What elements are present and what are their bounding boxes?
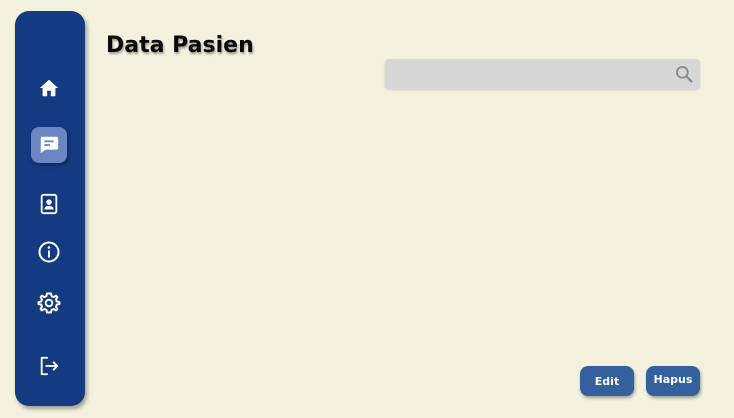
sidebar-item-info[interactable]	[31, 234, 67, 270]
home-icon	[39, 79, 59, 97]
contact-card-icon	[40, 193, 58, 215]
sidebar-item-patients[interactable]	[31, 186, 67, 222]
sidebar-item-messages[interactable]	[31, 127, 67, 163]
sidebar-item-home[interactable]	[31, 70, 67, 106]
sidebar	[15, 11, 85, 406]
gear-icon	[37, 292, 61, 314]
sidebar-item-settings[interactable]	[31, 285, 67, 321]
logout-icon	[40, 356, 59, 376]
info-icon	[38, 241, 60, 263]
search-icon[interactable]	[674, 64, 694, 84]
page-title: Data Pasien	[106, 33, 254, 58]
sidebar-item-logout[interactable]	[31, 348, 67, 384]
delete-button[interactable]: Hapus	[646, 366, 700, 396]
edit-button[interactable]: Edit	[580, 366, 634, 396]
search-input[interactable]	[385, 59, 655, 89]
chat-icon	[40, 136, 59, 154]
search-bar	[385, 59, 700, 89]
